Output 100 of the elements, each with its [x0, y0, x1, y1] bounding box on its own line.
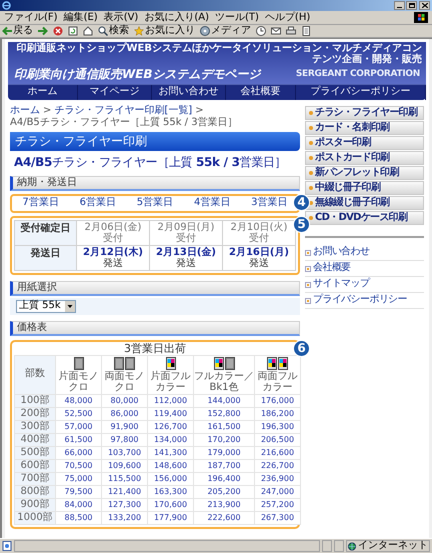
column-label: 片面モノクロ: [58, 370, 100, 392]
mail-button[interactable]: [271, 26, 281, 36]
favorites-button[interactable]: お気に入り: [134, 26, 195, 36]
windows-logo-icon: [414, 12, 428, 23]
nav-link[interactable]: ホーム: [8, 85, 78, 100]
square-bullet-icon: [305, 266, 311, 272]
print-button[interactable]: [286, 26, 296, 36]
company-name: SERGEANT CORPORATION: [296, 68, 420, 80]
table-cell: 91,900: [102, 420, 147, 432]
table-cell: 206,500: [255, 434, 300, 446]
menu-item[interactable]: ツール(T): [215, 12, 259, 22]
nav-link[interactable]: 会社概要: [226, 85, 296, 100]
lead-time-link[interactable]: 7営業日: [22, 197, 59, 210]
product-menu-link[interactable]: 新パンフレット印刷: [305, 166, 424, 180]
lead-time-link[interactable]: 4営業日: [194, 197, 230, 210]
row-header: 600部: [15, 460, 55, 472]
table-caption: 3営業日出荷: [123, 342, 187, 354]
category-title: チラシ・フライヤー印刷: [10, 132, 300, 151]
row-header: 400部: [15, 434, 55, 446]
product-title: A4/B5チラシ・フライヤー［上質 55k / 3営業日］: [13, 154, 288, 170]
breadcrumb-link[interactable]: ホーム: [10, 105, 40, 117]
table-cell: 2月13日(金) 発送: [150, 246, 223, 270]
callout-badge: 5: [293, 216, 310, 232]
row-header: 発送日: [15, 246, 77, 270]
product-menu-link[interactable]: 中綴じ冊子印刷: [305, 181, 424, 195]
info-link[interactable]: サイトマップ: [305, 277, 424, 293]
table-cell: 126,700: [148, 420, 193, 432]
section-heading: 納期・発送日: [10, 176, 300, 191]
table-cell: 70,500: [56, 460, 101, 472]
row-header: 1000部: [15, 512, 55, 524]
product-menu-link[interactable]: 無線綴じ冊子印刷: [305, 196, 424, 210]
info-link[interactable]: プライバシーポリシー: [305, 293, 424, 309]
media-button[interactable]: メディア: [200, 26, 251, 36]
single-tone-page-icon: [114, 356, 124, 370]
menu-item[interactable]: ファイル(F): [4, 12, 58, 22]
product-menu-link[interactable]: CD・DVDケース印刷: [305, 211, 424, 225]
table-cell: 257,200: [255, 498, 300, 510]
envelope-icon: [271, 26, 281, 36]
paper-select[interactable]: 上質 55k: [16, 300, 76, 312]
info-link[interactable]: お問い合わせ: [305, 245, 424, 261]
breadcrumb-link[interactable]: チラシ・フライヤー印刷[一覧]: [54, 105, 192, 117]
table-cell: 236,900: [255, 472, 300, 484]
status-panel: [334, 540, 344, 552]
close-button[interactable]: [419, 1, 430, 10]
product-menu-link[interactable]: カード・名刺印刷: [305, 121, 424, 135]
lead-time-link[interactable]: 3営業日: [251, 197, 288, 210]
table-cell: 186,200: [255, 408, 300, 420]
table-cell: 79,500: [56, 486, 101, 498]
square-bullet-icon: [305, 298, 311, 304]
lead-time-link[interactable]: 6営業日: [80, 197, 116, 210]
table-cell: 2月09日(月) 受付: [150, 220, 223, 246]
menu-item[interactable]: ヘルプ(H): [264, 12, 310, 22]
product-menu-link[interactable]: チラシ・フライヤー印刷: [305, 106, 424, 120]
close-icon: [422, 3, 428, 8]
callout-badge: 6: [293, 340, 310, 356]
table-cell: 179,000: [194, 446, 254, 458]
info-link[interactable]: 会社概要: [305, 261, 424, 277]
nav-link[interactable]: お問い合わせ: [152, 85, 226, 100]
search-icon: [98, 26, 108, 36]
nav-link[interactable]: プライバシーポリシー: [296, 85, 426, 100]
menu-item[interactable]: お気に入り(A): [144, 12, 209, 22]
table-cell: 144,000: [194, 394, 254, 406]
table-cell: 161,500: [194, 420, 254, 432]
table-cell: 61,500: [56, 434, 101, 446]
search-button[interactable]: 検索: [98, 26, 129, 36]
table-cell: 216,600: [255, 446, 300, 458]
product-menu-link[interactable]: ポストカード印刷: [305, 151, 424, 165]
menu-item[interactable]: 編集(E): [64, 12, 98, 22]
stop-icon: [53, 26, 63, 36]
row-header: 900部: [15, 498, 55, 510]
menu-item[interactable]: 表示(V): [104, 12, 138, 22]
page-icon: [2, 541, 12, 551]
table-cell: 121,400: [102, 486, 147, 498]
single-tone-page-icon: [74, 356, 84, 370]
forward-button[interactable]: [38, 26, 48, 36]
globe-icon: [348, 542, 356, 550]
table-cell: 86,000: [102, 408, 147, 420]
table-cell: 177,900: [148, 512, 193, 524]
minimize-button[interactable]: [394, 1, 405, 10]
document-icon: [301, 26, 311, 36]
square-bullet-icon: [305, 282, 311, 288]
home-icon: [83, 26, 93, 36]
lead-time-link[interactable]: 5営業日: [136, 197, 174, 210]
table-cell: 133,200: [102, 512, 147, 524]
edit-button[interactable]: [301, 26, 311, 36]
stop-button[interactable]: [53, 26, 63, 36]
home-button[interactable]: [83, 26, 93, 36]
table-cell: 112,000: [148, 394, 193, 406]
table-cell: 226,700: [255, 460, 300, 472]
breadcrumb-current: A4/B5チラシ・フライヤー［上質 55k / 3営業日］: [10, 117, 238, 129]
maximize-button[interactable]: [406, 1, 417, 10]
back-button[interactable]: 戻る: [2, 26, 33, 36]
product-menu-link[interactable]: ポスター印刷: [305, 136, 424, 150]
table-cell: 2月06日(金) 受付: [77, 220, 150, 246]
refresh-button[interactable]: [68, 26, 78, 36]
dot-icon: [309, 111, 313, 115]
disc-icon: [200, 26, 210, 36]
history-button[interactable]: [256, 26, 266, 36]
breadcrumb-separator: >: [195, 105, 204, 116]
nav-link[interactable]: マイページ: [78, 85, 152, 100]
